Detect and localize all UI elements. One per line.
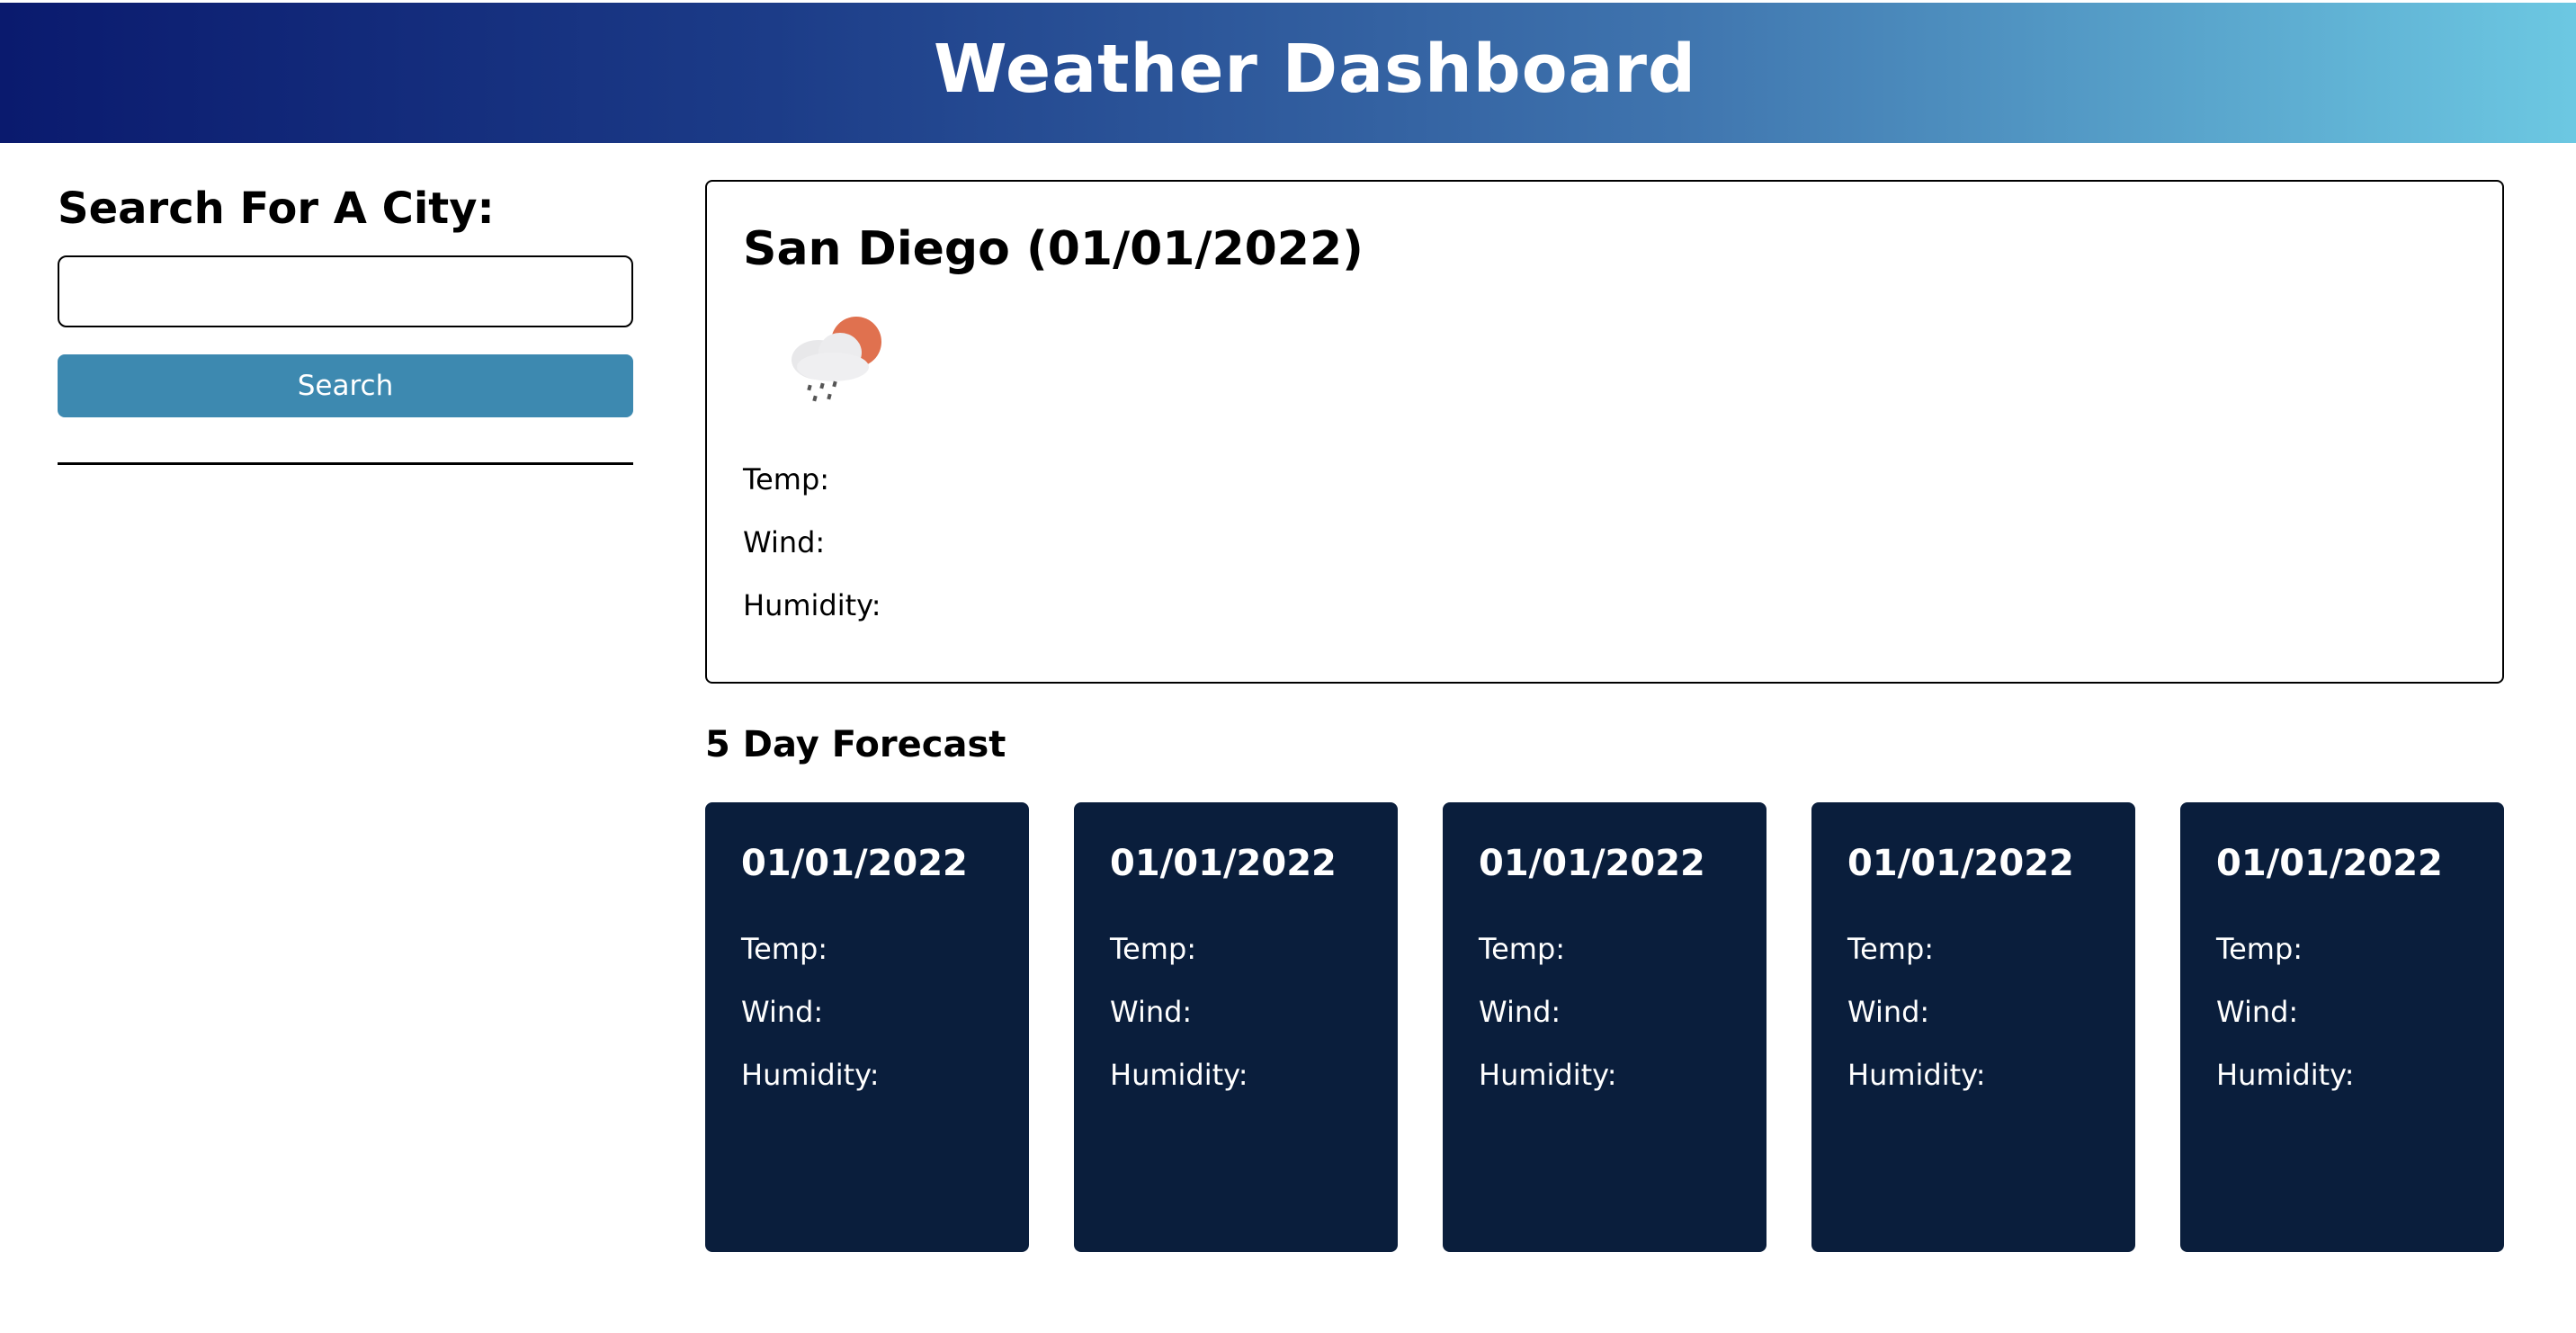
- forecast-date: 01/01/2022: [1479, 843, 1705, 884]
- forecast-temp: Temp:: [1847, 932, 1935, 966]
- forecast-title: 5 Day Forecast: [705, 724, 1006, 765]
- current-city-title: San Diego (01/01/2022): [743, 222, 1364, 276]
- forecast-humidity: Humidity:: [1847, 1058, 1986, 1092]
- search-history-divider: [58, 462, 633, 465]
- forecast-cards: 01/01/2022 Temp: Wind: Humidity: 01/01/2…: [705, 802, 2504, 1252]
- rain-cloud-sun-icon: [792, 317, 881, 402]
- forecast-humidity: Humidity:: [741, 1058, 880, 1092]
- page-header: Weather Dashboard: [0, 3, 2576, 143]
- forecast-date: 01/01/2022: [2216, 843, 2443, 884]
- current-temp: Temp:: [743, 462, 830, 497]
- forecast-humidity: Humidity:: [2216, 1058, 2355, 1092]
- forecast-humidity: Humidity:: [1110, 1058, 1248, 1092]
- forecast-wind: Wind:: [2216, 995, 2299, 1029]
- search-sidebar: Search For A City: Search: [58, 180, 633, 465]
- forecast-wind: Wind:: [1479, 995, 1561, 1029]
- forecast-humidity: Humidity:: [1479, 1058, 1617, 1092]
- forecast-card: 01/01/2022 Temp: Wind: Humidity:: [705, 802, 1029, 1252]
- current-stats: Temp: Wind: Humidity:: [743, 448, 2466, 637]
- current-wind: Wind:: [743, 525, 826, 559]
- forecast-wind: Wind:: [1847, 995, 1930, 1029]
- forecast-card: 01/01/2022 Temp: Wind: Humidity:: [1074, 802, 1398, 1252]
- forecast-wind: Wind:: [741, 995, 824, 1029]
- forecast-card: 01/01/2022 Temp: Wind: Humidity:: [2180, 802, 2504, 1252]
- city-search-input[interactable]: [58, 255, 633, 327]
- page-title: Weather Dashboard: [934, 31, 1696, 108]
- current-humidity: Humidity:: [743, 588, 881, 622]
- forecast-card: 01/01/2022 Temp: Wind: Humidity:: [1443, 802, 1767, 1252]
- forecast-date: 01/01/2022: [1847, 843, 2074, 884]
- forecast-temp: Temp:: [1110, 932, 1197, 966]
- forecast-temp: Temp:: [1479, 932, 1566, 966]
- search-heading: Search For A City:: [58, 183, 495, 234]
- forecast-date: 01/01/2022: [741, 843, 968, 884]
- forecast-wind: Wind:: [1110, 995, 1193, 1029]
- forecast-card: 01/01/2022 Temp: Wind: Humidity:: [1811, 802, 2135, 1252]
- search-button[interactable]: Search: [58, 354, 633, 417]
- current-weather-panel: San Diego (01/01/2022) Temp: Wind: Humid…: [705, 180, 2504, 684]
- forecast-temp: Temp:: [741, 932, 828, 966]
- forecast-date: 01/01/2022: [1110, 843, 1337, 884]
- forecast-temp: Temp:: [2216, 932, 2303, 966]
